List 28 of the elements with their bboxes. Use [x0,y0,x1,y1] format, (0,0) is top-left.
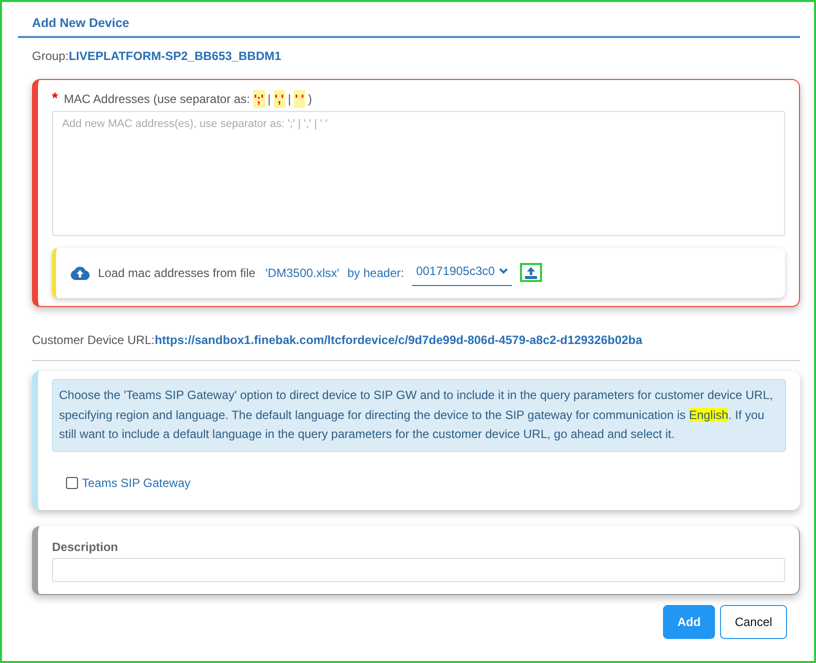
cancel-button[interactable]: Cancel [720,605,787,640]
dialog-title: Add New Device [18,10,800,38]
separator-token: ';' [252,90,265,108]
description-label: Description [52,539,120,556]
group-label: Group: [32,48,69,65]
group-name: LIVEPLATFORM-SP2_BB653_BBDM1 [68,48,282,65]
add-button[interactable]: Add [663,605,715,640]
upload-icon [524,267,537,280]
teams-sip-checkbox[interactable] [66,477,78,490]
customer-device-url: https://sandbox1.finebak.com/ltcfordevice/c/9d7de99d-806d-4579-a8c2-d129326b02ba [154,332,642,347]
description-field[interactable] [52,558,785,582]
header-label: by header: [347,264,404,282]
separator-divider: | [268,90,271,108]
separator-token: ',' [274,90,285,108]
file-name: 'DM3500.xlsx' [265,264,340,282]
url-label: Customer Device URL: [32,332,155,347]
cloud-upload-icon [70,266,90,280]
mac-addresses-field[interactable]: Add new MAC address(es), use separator as: ';' | ',' | ' ' [52,110,785,236]
loader-label: Load mac addresses from file [98,264,256,282]
chevron-down-icon [498,268,508,274]
field-label: MAC Addresses (use separator as: [64,90,250,108]
closing-paren: ) [308,90,312,108]
separator-token: ' ' [294,90,305,108]
separator-divider: | [288,90,291,108]
info-message: Choose the 'Teams SIP Gateway' option to direct device to SIP GW and to include it in the query parameters for customer device URL, specifying region and language. The default language for directing the device to the SIP gateway for communication is English. If you still want to include a default language in the query parameters for the customer device URL, go ahead and select it. [52,378,786,452]
required-mark: * [52,91,58,106]
upload-button[interactable] [520,263,542,282]
checkbox-label: Teams SIP Gateway [82,475,190,492]
